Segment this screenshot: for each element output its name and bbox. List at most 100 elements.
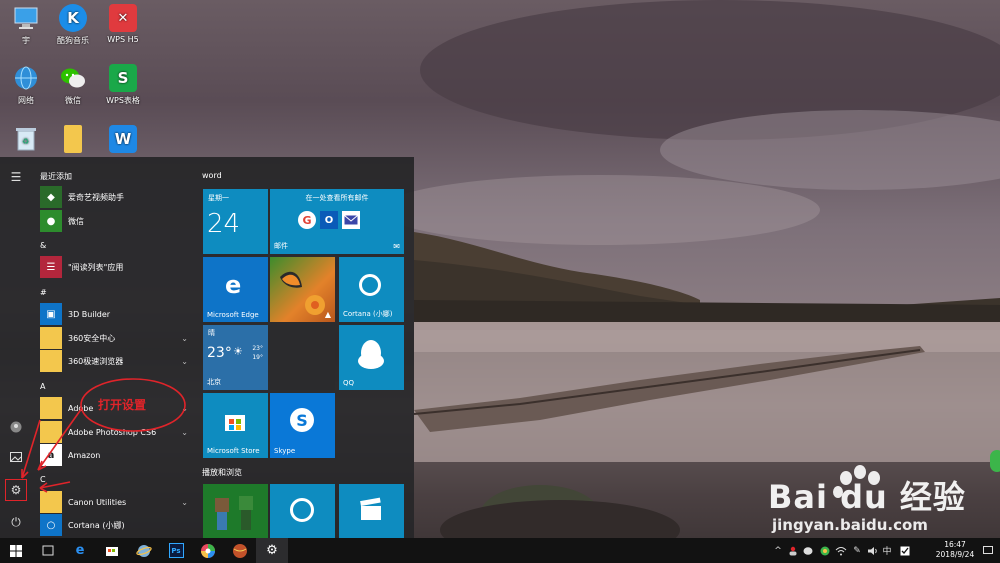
tile-movies[interactable] — [339, 484, 404, 538]
tile-cortana[interactable]: Cortana (小娜) — [339, 257, 404, 322]
desktop-icon-computer[interactable]: 宇 — [0, 4, 52, 46]
reading-list-icon: ☰ — [40, 256, 62, 278]
tray-checkbox-icon[interactable] — [898, 538, 912, 563]
app-label: "阅读列表"应用 — [68, 262, 124, 272]
tile-skype[interactable]: S Skype — [270, 393, 335, 458]
tray-input-language[interactable]: 中 — [880, 538, 894, 563]
wps-h5-icon: ✕ — [109, 4, 137, 32]
taskbar: e Ps ⚙ ^ ✎ 中 16:47 2018/9/24 — [0, 538, 1000, 563]
start-button[interactable] — [0, 538, 32, 563]
chevron-down-icon[interactable]: ⌄ — [181, 357, 188, 366]
clapperboard-icon — [360, 497, 381, 520]
taskbar-browser[interactable] — [128, 538, 160, 563]
desktop-icon-label: WPS H5 — [107, 35, 139, 44]
pictures-icon[interactable] — [6, 447, 26, 467]
app-item-canon-utilities[interactable]: Canon Utilities ⌄ — [40, 491, 190, 513]
start-menu: ☰ ⚙ ⏻ 最近添加 ◆ 爱奇艺视频助手 ● 微信 & ☰ "阅读列表"应用 #… — [0, 157, 414, 538]
desktop-icon-network[interactable]: 网络 — [0, 64, 52, 106]
kugou-icon: K — [59, 4, 87, 32]
app-item-amazon[interactable]: a Amazon — [40, 444, 190, 466]
app-item-cortana[interactable]: ○ Cortana (小娜) — [40, 514, 190, 536]
section-header-amp: & — [40, 241, 47, 250]
tile-calendar[interactable]: 星期一 24 — [203, 189, 268, 254]
tray-wechat-icon[interactable] — [802, 538, 816, 563]
taskbar-clock[interactable]: 16:47 2018/9/24 — [930, 540, 980, 560]
desktop-icon-recycle-bin[interactable]: ♻ — [0, 125, 52, 156]
settings-gear-icon: ⚙ — [266, 543, 278, 558]
baidu-watermark-brand: Bai du 经验 — [768, 478, 966, 516]
folder-icon — [40, 397, 62, 419]
wechat-icon: ● — [40, 210, 62, 232]
power-icon[interactable]: ⏻ — [6, 512, 26, 532]
tile-minecraft[interactable] — [203, 484, 268, 538]
tile-microsoft-store[interactable]: Microsoft Store — [203, 393, 268, 458]
app-item-adobe-photoshop[interactable]: Adobe Photoshop CS6 ⌄ — [40, 421, 190, 443]
tray-volume-icon[interactable] — [866, 538, 880, 563]
desktop-icon-wechat[interactable]: 微信 — [47, 64, 99, 106]
browser-globe-icon — [136, 544, 152, 557]
tray-360-icon[interactable] — [818, 538, 832, 563]
clock-date: 2018/9/24 — [935, 550, 975, 559]
app-label: Amazon — [68, 450, 101, 460]
settings-gear-icon[interactable]: ⚙ — [5, 479, 27, 501]
windows-logo-icon — [10, 544, 22, 557]
mail-header: 在一处查看所有邮件 — [305, 194, 369, 202]
chevron-down-icon[interactable]: ⌄ — [181, 404, 188, 413]
app-item-360-browser[interactable]: 360极速浏览器 ⌄ — [40, 350, 190, 372]
desktop-icon-label: 网络 — [18, 96, 34, 105]
taskbar-photoshop[interactable]: Ps — [160, 538, 192, 563]
app-label: Canon Utilities — [68, 497, 127, 507]
section-header-c: C — [40, 475, 46, 484]
desktop-icon-wps-h5[interactable]: ✕ WPS H5 — [97, 4, 149, 44]
tray-notification-icon[interactable] — [980, 538, 996, 563]
desktop-icon-wps-writer[interactable]: W — [97, 125, 149, 156]
desktop-icon-folder[interactable] — [47, 125, 99, 156]
chevron-down-icon[interactable]: ⌄ — [181, 334, 188, 343]
user-account-icon[interactable] — [6, 417, 26, 437]
tile-mail[interactable]: 在一处查看所有邮件 G O 邮件 ✉ — [270, 189, 404, 254]
taskbar-360-browser[interactable] — [192, 538, 224, 563]
iqiyi-icon: ◆ — [40, 186, 62, 208]
tiles-area: word 星期一 24 在一处查看所有邮件 G O 邮件 ✉ e Microso… — [202, 157, 412, 538]
3d-builder-icon: ▣ — [40, 303, 62, 325]
baidu-watermark-url: jingyan.baidu.com — [772, 516, 928, 534]
side-assistant-badge[interactable] — [990, 450, 1000, 472]
desktop-icon-kugou[interactable]: K 酷狗音乐 — [47, 4, 99, 46]
app-item-reading-list[interactable]: ☰ "阅读列表"应用 — [40, 256, 190, 278]
tile-photos[interactable]: ▲ — [270, 257, 335, 322]
tray-pen-icon[interactable]: ✎ — [850, 538, 864, 563]
hamburger-menu-icon[interactable]: ☰ — [6, 167, 26, 187]
section-header-a: A — [40, 382, 46, 391]
task-view-button[interactable] — [32, 538, 64, 563]
tile-weather[interactable]: 晴 23° ☀ 23° 19° 北京 — [203, 325, 268, 390]
tile-microsoft-edge[interactable]: e Microsoft Edge — [203, 257, 268, 322]
app-item-3d-builder[interactable]: ▣ 3D Builder — [40, 303, 190, 325]
taskbar-store[interactable] — [96, 538, 128, 563]
section-header-hash: # — [40, 288, 47, 297]
app-label: Cortana (小娜) — [68, 520, 125, 530]
tile-label: Microsoft Store — [207, 447, 260, 455]
tile-groove-music[interactable] — [270, 484, 335, 538]
ball-icon — [233, 543, 247, 558]
tray-wifi-icon[interactable] — [834, 538, 848, 563]
tray-user-icon[interactable] — [786, 538, 800, 563]
taskbar-game[interactable] — [224, 538, 256, 563]
mail-service-icons: G O — [298, 211, 360, 229]
folder-icon — [40, 327, 62, 349]
app-item-360-security[interactable]: 360安全中心 ⌄ — [40, 327, 190, 349]
tray-chevron-up-icon[interactable]: ^ — [772, 538, 784, 563]
start-rail: ☰ ⚙ ⏻ — [0, 157, 32, 538]
chevron-down-icon[interactable]: ⌄ — [181, 428, 188, 437]
google-icon: G — [298, 211, 316, 229]
tile-label: Skype — [274, 447, 296, 455]
app-item-wechat[interactable]: ● 微信 — [40, 210, 190, 232]
folder-icon — [40, 421, 62, 443]
wps-writer-icon: W — [109, 125, 137, 153]
taskbar-settings[interactable]: ⚙ — [256, 538, 288, 563]
app-item-iqiyi[interactable]: ◆ 爱奇艺视频助手 — [40, 186, 190, 208]
taskbar-edge[interactable]: e — [64, 538, 96, 563]
image-badge-icon: ▲ — [324, 310, 331, 319]
desktop-icon-wps-sheet[interactable]: S WPS表格 — [97, 64, 149, 106]
tile-qq[interactable]: QQ — [339, 325, 404, 390]
chevron-down-icon[interactable]: ⌄ — [181, 498, 188, 507]
